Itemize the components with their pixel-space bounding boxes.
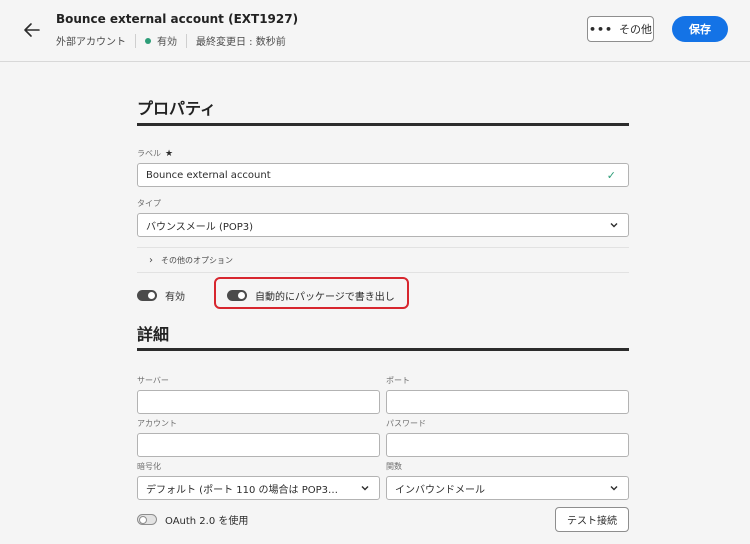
more-dots-icon: ••• <box>588 22 614 36</box>
divider <box>186 33 187 48</box>
server-field-label: サーバー <box>137 376 169 385</box>
password-input[interactable] <box>386 433 629 457</box>
toggle-switch-icon <box>227 290 247 301</box>
account-input[interactable] <box>137 433 380 457</box>
required-icon: ★ <box>165 149 174 159</box>
encryption-select[interactable]: デフォルト (ポート 110 の場合は POP3… <box>137 476 380 500</box>
type-field-label: タイプ <box>137 199 161 208</box>
toggle-switch-icon <box>137 514 157 525</box>
section-divider <box>137 348 629 351</box>
enabled-toggle-label: 有効 <box>165 292 185 303</box>
section-divider <box>137 123 629 126</box>
enabled-toggle[interactable]: 有効 <box>137 288 185 303</box>
auto-export-toggle[interactable]: 自動的にパッケージで書き出し <box>227 288 395 303</box>
oauth-toggle[interactable]: OAuth 2.0 を使用 <box>137 512 248 527</box>
oauth-toggle-label: OAuth 2.0 を使用 <box>165 516 249 527</box>
server-input[interactable] <box>137 390 380 414</box>
chevron-down-icon <box>610 486 618 491</box>
divider <box>135 33 136 48</box>
label-input[interactable]: Bounce external account ✓ <box>137 163 629 187</box>
label-input-value: Bounce external account <box>146 169 271 181</box>
port-field-label: ポート <box>386 376 410 385</box>
auto-export-toggle-label: 自動的にパッケージで書き出し <box>255 292 395 303</box>
function-field-label: 関数 <box>386 462 402 471</box>
encryption-field-label: 暗号化 <box>137 462 161 471</box>
checkmark-icon: ✓ <box>606 169 616 182</box>
label-field-label: ラベル ★ <box>137 149 174 159</box>
port-input[interactable] <box>386 390 629 414</box>
save-button[interactable]: 保存 <box>672 16 728 42</box>
status-text: 有効 <box>157 37 177 48</box>
page-header: Bounce external account (EXT1927) 外部アカウン… <box>0 0 750 62</box>
type-select-value: バウンスメール (POP3) <box>146 221 254 233</box>
chevron-down-icon <box>361 486 369 491</box>
toggle-switch-icon <box>137 290 157 301</box>
encryption-select-value: デフォルト (ポート 110 の場合は POP3… <box>146 484 338 496</box>
status-dot-icon <box>145 37 151 44</box>
function-select-value: インバウンドメール <box>395 484 485 496</box>
chevron-right-icon: › <box>149 254 153 266</box>
test-connection-button[interactable]: テスト接続 <box>555 507 629 532</box>
details-section-title: 詳細 <box>137 325 170 344</box>
other-options-disclosure[interactable]: › その他のオプション <box>137 247 629 273</box>
properties-section-title: プロパティ <box>137 99 217 118</box>
back-arrow-icon[interactable] <box>20 18 44 42</box>
type-label: 外部アカウント <box>56 37 126 48</box>
last-modified: 最終変更日 : 数秒前 <box>196 37 286 48</box>
function-select[interactable]: インバウンドメール <box>386 476 629 500</box>
more-button-label: その他 <box>619 23 653 36</box>
chevron-down-icon <box>610 223 618 228</box>
header-meta: 外部アカウント 有効 最終変更日 : 数秒前 <box>56 33 286 48</box>
page-title: Bounce external account (EXT1927) <box>56 12 299 26</box>
account-field-label: アカウント <box>137 419 177 428</box>
password-field-label: パスワード <box>386 419 426 428</box>
other-options-label: その他のオプション <box>161 255 233 265</box>
type-select[interactable]: バウンスメール (POP3) <box>137 213 629 237</box>
more-button[interactable]: ••• その他 <box>587 16 654 42</box>
